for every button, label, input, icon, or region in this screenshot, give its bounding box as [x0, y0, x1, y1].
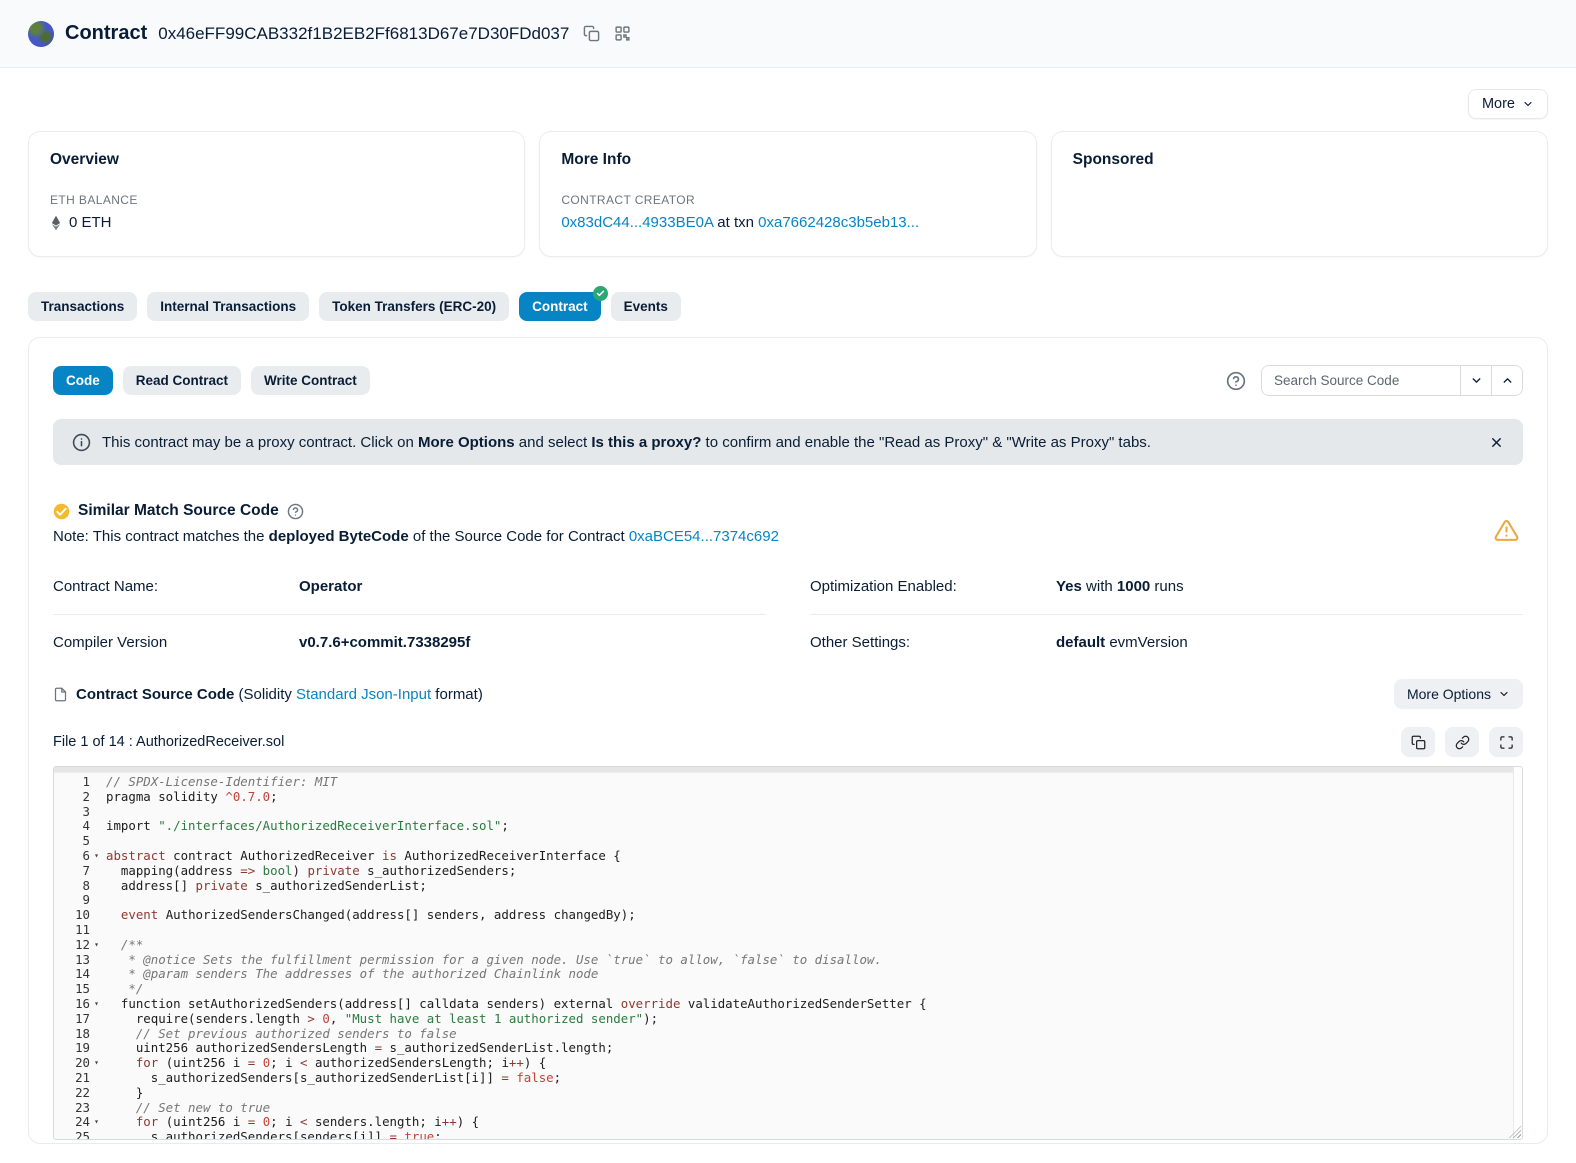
- optimization-value: Yes with 1000 runs: [1056, 578, 1184, 595]
- more-button-label: More: [1482, 96, 1515, 112]
- overview-card: Overview ETH BALANCE 0 ETH: [28, 131, 525, 257]
- info-icon: [72, 433, 91, 452]
- verified-check-icon: [593, 286, 608, 301]
- matched-contract-link[interactable]: 0xaBCE54...7374c692: [629, 528, 779, 545]
- optimization-label: Optimization Enabled:: [810, 578, 1056, 595]
- tab-token-transfers[interactable]: Token Transfers (ERC-20): [319, 292, 509, 321]
- contract-name-label: Contract Name:: [53, 578, 299, 595]
- similar-match-section: Similar Match Source Code Note: This con…: [53, 502, 1523, 545]
- proxy-notice-banner: This contract may be a proxy contract. C…: [53, 419, 1523, 465]
- copy-source-icon[interactable]: [1401, 727, 1435, 757]
- close-icon[interactable]: [1489, 435, 1504, 450]
- search-previous-button[interactable]: [1491, 366, 1522, 395]
- more-options-button[interactable]: More Options: [1394, 679, 1523, 709]
- search-next-button[interactable]: [1460, 366, 1491, 395]
- chevron-down-icon: [1470, 374, 1483, 387]
- compiler-version-label: Compiler Version: [53, 634, 299, 651]
- code-line: 8 address[] private s_authorizedSenderLi…: [54, 879, 1522, 894]
- more-options-label: More Options: [1407, 686, 1491, 702]
- code-line: 4import "./interfaces/AuthorizedReceiver…: [54, 819, 1522, 834]
- code-line: 14 * @param senders The addresses of the…: [54, 967, 1522, 982]
- contract-panel: Code Read Contract Write Contract This c…: [28, 337, 1548, 1144]
- file-info: File 1 of 14 : AuthorizedReceiver.sol: [53, 734, 284, 750]
- code-line: 1// SPDX-License-Identifier: MIT: [54, 775, 1522, 790]
- tab-contract[interactable]: Contract: [519, 292, 601, 321]
- code-line: 21 s_authorizedSenders[s_authorizedSende…: [54, 1071, 1522, 1086]
- creation-txn-link[interactable]: 0xa7662428c3b5eb13...: [758, 214, 919, 231]
- subtab-code[interactable]: Code: [53, 366, 113, 395]
- warning-icon: [1494, 518, 1519, 543]
- code-line: 2pragma solidity ^0.7.0;: [54, 790, 1522, 805]
- more-info-card-title: More Info: [561, 151, 1014, 169]
- subtab-write-contract[interactable]: Write Contract: [251, 366, 370, 395]
- contract-name-value: Operator: [299, 578, 362, 595]
- code-lines: 1// SPDX-License-Identifier: MIT2pragma …: [54, 773, 1522, 1140]
- code-line: 18 // Set previous authorized senders to…: [54, 1027, 1522, 1042]
- contract-creator-label: CONTRACT CREATOR: [561, 193, 1014, 207]
- compiler-version-value: v0.7.6+commit.7338295f: [299, 634, 470, 651]
- similar-match-note: Note: This contract matches the deployed…: [53, 528, 1523, 545]
- creator-address-link[interactable]: 0x83dC44...4933BE0A: [561, 214, 713, 231]
- code-line: 17 require(senders.length > 0, "Must hav…: [54, 1012, 1522, 1027]
- code-line: 16▾ function setAuthorizedSenders(addres…: [54, 997, 1522, 1012]
- fullscreen-icon[interactable]: [1489, 727, 1523, 757]
- code-line: 20▾ for (uint256 i = 0; i < authorizedSe…: [54, 1056, 1522, 1071]
- chevron-down-icon: [1498, 688, 1510, 700]
- code-line: 15 */: [54, 982, 1522, 997]
- sponsored-card: Sponsored: [1051, 131, 1548, 257]
- source-code-heading: Contract Source Code (Solidity Standard …: [53, 686, 483, 703]
- code-line: 24▾ for (uint256 i = 0; i < senders.leng…: [54, 1115, 1522, 1130]
- more-button[interactable]: More: [1468, 89, 1548, 119]
- sponsored-card-title: Sponsored: [1073, 151, 1526, 169]
- code-line: 13 * @notice Sets the fulfillment permis…: [54, 953, 1522, 968]
- similar-match-check-icon: [53, 503, 70, 520]
- chevron-down-icon: [1522, 98, 1534, 110]
- code-line: 11: [54, 923, 1522, 938]
- tab-contract-label: Contract: [532, 299, 588, 314]
- ethereum-icon: [50, 215, 62, 231]
- help-icon[interactable]: [1226, 371, 1246, 391]
- chevron-up-icon: [1501, 374, 1514, 387]
- copy-address-icon[interactable]: [583, 25, 600, 42]
- other-settings-label: Other Settings:: [810, 634, 1056, 651]
- page-header: Contract 0x46eFF99CAB332f1B2EB2Ff6813D67…: [0, 0, 1576, 68]
- code-scrollbar-vertical[interactable]: [1513, 767, 1522, 1139]
- qr-code-icon[interactable]: [614, 25, 631, 42]
- code-line: 5: [54, 834, 1522, 849]
- code-line: 6▾abstract contract AuthorizedReceiver i…: [54, 849, 1522, 864]
- code-line: 9: [54, 893, 1522, 908]
- contract-avatar-icon: [28, 21, 54, 47]
- code-line: 19 uint256 authorizedSendersLength = s_a…: [54, 1041, 1522, 1056]
- file-icon: [53, 687, 68, 702]
- similar-match-title: Similar Match Source Code: [78, 502, 279, 520]
- code-line: 7 mapping(address => bool) private s_aut…: [54, 864, 1522, 879]
- verification-details: Contract Name: Operator Compiler Version…: [53, 569, 1523, 657]
- code-line: 23 // Set new to true: [54, 1101, 1522, 1116]
- eth-balance-label: ETH BALANCE: [50, 193, 503, 207]
- code-line: 25 s_authorizedSenders[senders[i]] = tru…: [54, 1130, 1522, 1140]
- code-line: 22 }: [54, 1086, 1522, 1101]
- question-icon[interactable]: [287, 503, 304, 520]
- overview-card-title: Overview: [50, 151, 503, 169]
- page-title: Contract: [65, 22, 147, 45]
- other-settings-value: default evmVersion: [1056, 634, 1188, 651]
- json-format-link[interactable]: Standard Json-Input: [296, 686, 431, 703]
- code-line: 12▾ /**: [54, 938, 1522, 953]
- tab-internal-transactions[interactable]: Internal Transactions: [147, 292, 309, 321]
- tab-transactions[interactable]: Transactions: [28, 292, 137, 321]
- at-txn-text: at txn: [713, 214, 758, 231]
- source-code-viewer[interactable]: 1// SPDX-License-Identifier: MIT2pragma …: [53, 766, 1523, 1140]
- search-source-code-input[interactable]: [1262, 366, 1460, 395]
- more-info-card: More Info CONTRACT CREATOR 0x83dC44...49…: [539, 131, 1036, 257]
- proxy-notice-text: This contract may be a proxy contract. C…: [102, 434, 1151, 451]
- contract-address: 0x46eFF99CAB332f1B2EB2Ff6813D67e7D30FDd0…: [158, 24, 569, 44]
- code-line: 10 event AuthorizedSendersChanged(addres…: [54, 908, 1522, 923]
- eth-balance-value: 0 ETH: [69, 214, 112, 231]
- tab-bar: Transactions Internal Transactions Token…: [0, 257, 1576, 321]
- code-line: 3: [54, 805, 1522, 820]
- permalink-icon[interactable]: [1445, 727, 1479, 757]
- tab-events[interactable]: Events: [611, 292, 681, 321]
- subtab-read-contract[interactable]: Read Contract: [123, 366, 241, 395]
